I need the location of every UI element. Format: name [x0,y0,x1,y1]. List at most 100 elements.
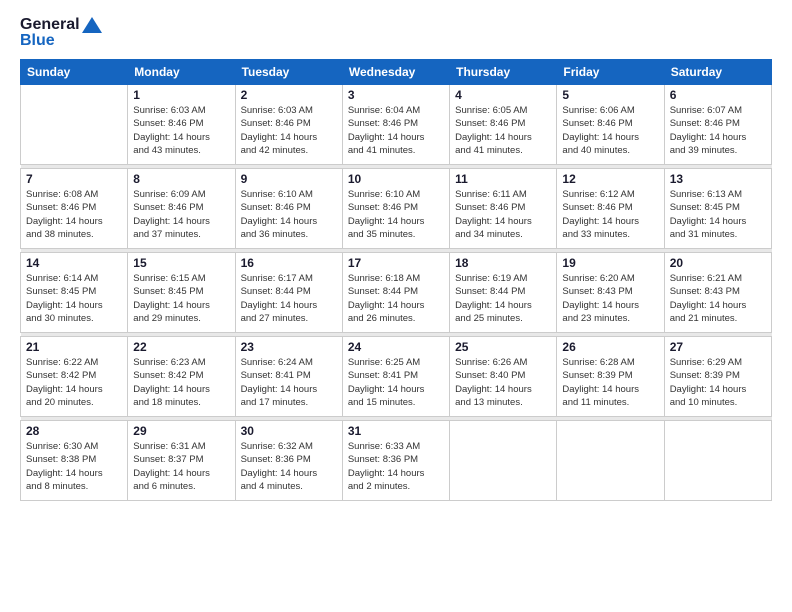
logo-bird-icon [82,17,102,33]
calendar-cell: 18 Sunrise: 6:19 AM Sunset: 8:44 PM Dayli… [450,253,557,333]
calendar-cell: 28 Sunrise: 6:30 AM Sunset: 8:38 PM Dayli… [21,421,128,501]
day-number: 11 [455,172,551,186]
header-cell-sunday: Sunday [21,60,128,85]
day-info: Sunrise: 6:22 AM Sunset: 8:42 PM Dayligh… [26,356,122,409]
header-cell-monday: Monday [128,60,235,85]
calendar-cell: 2 Sunrise: 6:03 AM Sunset: 8:46 PM Daylig… [235,85,342,165]
calendar-cell: 19Sunrise: 6:20 AM Sunset: 8:43 PM Dayli… [557,253,664,333]
day-info: Sunrise: 6:32 AM Sunset: 8:36 PM Dayligh… [241,440,337,493]
day-number: 9 [241,172,337,186]
day-number: 21 [26,340,122,354]
day-number: 2 [241,88,337,102]
week-row-3: 14 Sunrise: 6:14 AM Sunset: 8:45 PM Dayli… [21,253,772,333]
week-row-4: 21 Sunrise: 6:22 AM Sunset: 8:42 PM Dayli… [21,337,772,417]
day-info: Sunrise: 6:13 AM Sunset: 8:45 PM Dayligh… [670,188,766,241]
day-info: Sunrise: 6:04 AM Sunset: 8:46 PM Dayligh… [348,104,444,157]
day-info: Sunrise: 6:26 AM Sunset: 8:40 PM Dayligh… [455,356,551,409]
day-number: 28 [26,424,122,438]
calendar-cell: 12 Sunrise: 6:12 AM Sunset: 8:46 PM Dayli… [557,169,664,249]
day-number: 23 [241,340,337,354]
day-info: Sunrise: 6:31 AM Sunset: 8:37 PM Dayligh… [133,440,229,493]
day-number: 10 [348,172,444,186]
day-info: Sunrise: 6:20 AM Sunset: 8:43 PM Dayligh… [562,272,658,325]
calendar-cell: 24Sunrise: 6:25 AM Sunset: 8:41 PM Dayli… [342,337,449,417]
day-number: 30 [241,424,337,438]
calendar-cell: 23 Sunrise: 6:24 AM Sunset: 8:41 PM Dayli… [235,337,342,417]
day-number: 6 [670,88,766,102]
day-number: 27 [670,340,766,354]
calendar-cell: 30 Sunrise: 6:32 AM Sunset: 8:36 PM Dayli… [235,421,342,501]
calendar-cell: 7 Sunrise: 6:08 AM Sunset: 8:46 PM Daylig… [21,169,128,249]
logo: General Blue [20,16,102,49]
calendar-cell: 20 Sunrise: 6:21 AM Sunset: 8:43 PM Dayli… [664,253,771,333]
calendar-cell: 26 Sunrise: 6:28 AM Sunset: 8:39 PM Dayli… [557,337,664,417]
day-number: 25 [455,340,551,354]
day-info: Sunrise: 6:11 AM Sunset: 8:46 PM Dayligh… [455,188,551,241]
day-info: Sunrise: 6:15 AM Sunset: 8:45 PM Dayligh… [133,272,229,325]
calendar-cell: 4 Sunrise: 6:05 AM Sunset: 8:46 PM Daylig… [450,85,557,165]
day-number: 14 [26,256,122,270]
logo-blue: Blue [20,32,55,50]
day-info: Sunrise: 6:23 AM Sunset: 8:42 PM Dayligh… [133,356,229,409]
calendar-cell: 15 Sunrise: 6:15 AM Sunset: 8:45 PM Dayli… [128,253,235,333]
day-number: 15 [133,256,229,270]
week-row-5: 28 Sunrise: 6:30 AM Sunset: 8:38 PM Dayli… [21,421,772,501]
day-info: Sunrise: 6:03 AM Sunset: 8:46 PM Dayligh… [241,104,337,157]
calendar-cell [664,421,771,501]
calendar-cell [557,421,664,501]
day-info: Sunrise: 6:25 AM Sunset: 8:41 PM Dayligh… [348,356,444,409]
calendar-cell: 9Sunrise: 6:10 AM Sunset: 8:46 PM Daylig… [235,169,342,249]
calendar-cell: 16Sunrise: 6:17 AM Sunset: 8:44 PM Dayli… [235,253,342,333]
calendar-cell: 25 Sunrise: 6:26 AM Sunset: 8:40 PM Dayli… [450,337,557,417]
calendar-cell: 17Sunrise: 6:18 AM Sunset: 8:44 PM Dayli… [342,253,449,333]
calendar-cell [21,85,128,165]
calendar-cell [450,421,557,501]
calendar-cell: 3 Sunrise: 6:04 AM Sunset: 8:46 PM Daylig… [342,85,449,165]
day-number: 20 [670,256,766,270]
calendar-cell: 10 Sunrise: 6:10 AM Sunset: 8:46 PM Dayli… [342,169,449,249]
day-number: 7 [26,172,122,186]
week-row-1: 1Sunrise: 6:03 AM Sunset: 8:46 PM Daylig… [21,85,772,165]
header: General Blue [20,16,772,49]
calendar-cell: 31 Sunrise: 6:33 AM Sunset: 8:36 PM Dayli… [342,421,449,501]
calendar-cell: 27 Sunrise: 6:29 AM Sunset: 8:39 PM Dayli… [664,337,771,417]
day-info: Sunrise: 6:28 AM Sunset: 8:39 PM Dayligh… [562,356,658,409]
day-info: Sunrise: 6:08 AM Sunset: 8:46 PM Dayligh… [26,188,122,241]
day-number: 17 [348,256,444,270]
day-number: 3 [348,88,444,102]
header-cell-saturday: Saturday [664,60,771,85]
day-info: Sunrise: 6:06 AM Sunset: 8:46 PM Dayligh… [562,104,658,157]
calendar-cell: 29 Sunrise: 6:31 AM Sunset: 8:37 PM Dayli… [128,421,235,501]
day-info: Sunrise: 6:10 AM Sunset: 8:46 PM Dayligh… [348,188,444,241]
week-row-2: 7 Sunrise: 6:08 AM Sunset: 8:46 PM Daylig… [21,169,772,249]
day-info: Sunrise: 6:03 AM Sunset: 8:46 PM Dayligh… [133,104,229,157]
day-info: Sunrise: 6:30 AM Sunset: 8:38 PM Dayligh… [26,440,122,493]
calendar-cell: 5 Sunrise: 6:06 AM Sunset: 8:46 PM Daylig… [557,85,664,165]
day-number: 26 [562,340,658,354]
day-number: 31 [348,424,444,438]
day-number: 22 [133,340,229,354]
calendar-cell: 6 Sunrise: 6:07 AM Sunset: 8:46 PM Daylig… [664,85,771,165]
day-number: 8 [133,172,229,186]
day-info: Sunrise: 6:17 AM Sunset: 8:44 PM Dayligh… [241,272,337,325]
day-info: Sunrise: 6:07 AM Sunset: 8:46 PM Dayligh… [670,104,766,157]
day-info: Sunrise: 6:19 AM Sunset: 8:44 PM Dayligh… [455,272,551,325]
day-info: Sunrise: 6:21 AM Sunset: 8:43 PM Dayligh… [670,272,766,325]
calendar-cell: 13 Sunrise: 6:13 AM Sunset: 8:45 PM Dayli… [664,169,771,249]
day-number: 29 [133,424,229,438]
day-number: 18 [455,256,551,270]
day-info: Sunrise: 6:14 AM Sunset: 8:45 PM Dayligh… [26,272,122,325]
day-info: Sunrise: 6:12 AM Sunset: 8:46 PM Dayligh… [562,188,658,241]
day-number: 13 [670,172,766,186]
calendar-cell: 11 Sunrise: 6:11 AM Sunset: 8:46 PM Dayli… [450,169,557,249]
header-cell-tuesday: Tuesday [235,60,342,85]
day-number: 12 [562,172,658,186]
day-number: 5 [562,88,658,102]
day-info: Sunrise: 6:29 AM Sunset: 8:39 PM Dayligh… [670,356,766,409]
day-info: Sunrise: 6:05 AM Sunset: 8:46 PM Dayligh… [455,104,551,157]
header-cell-wednesday: Wednesday [342,60,449,85]
day-number: 4 [455,88,551,102]
calendar-cell: 22 Sunrise: 6:23 AM Sunset: 8:42 PM Dayli… [128,337,235,417]
day-info: Sunrise: 6:33 AM Sunset: 8:36 PM Dayligh… [348,440,444,493]
day-info: Sunrise: 6:24 AM Sunset: 8:41 PM Dayligh… [241,356,337,409]
